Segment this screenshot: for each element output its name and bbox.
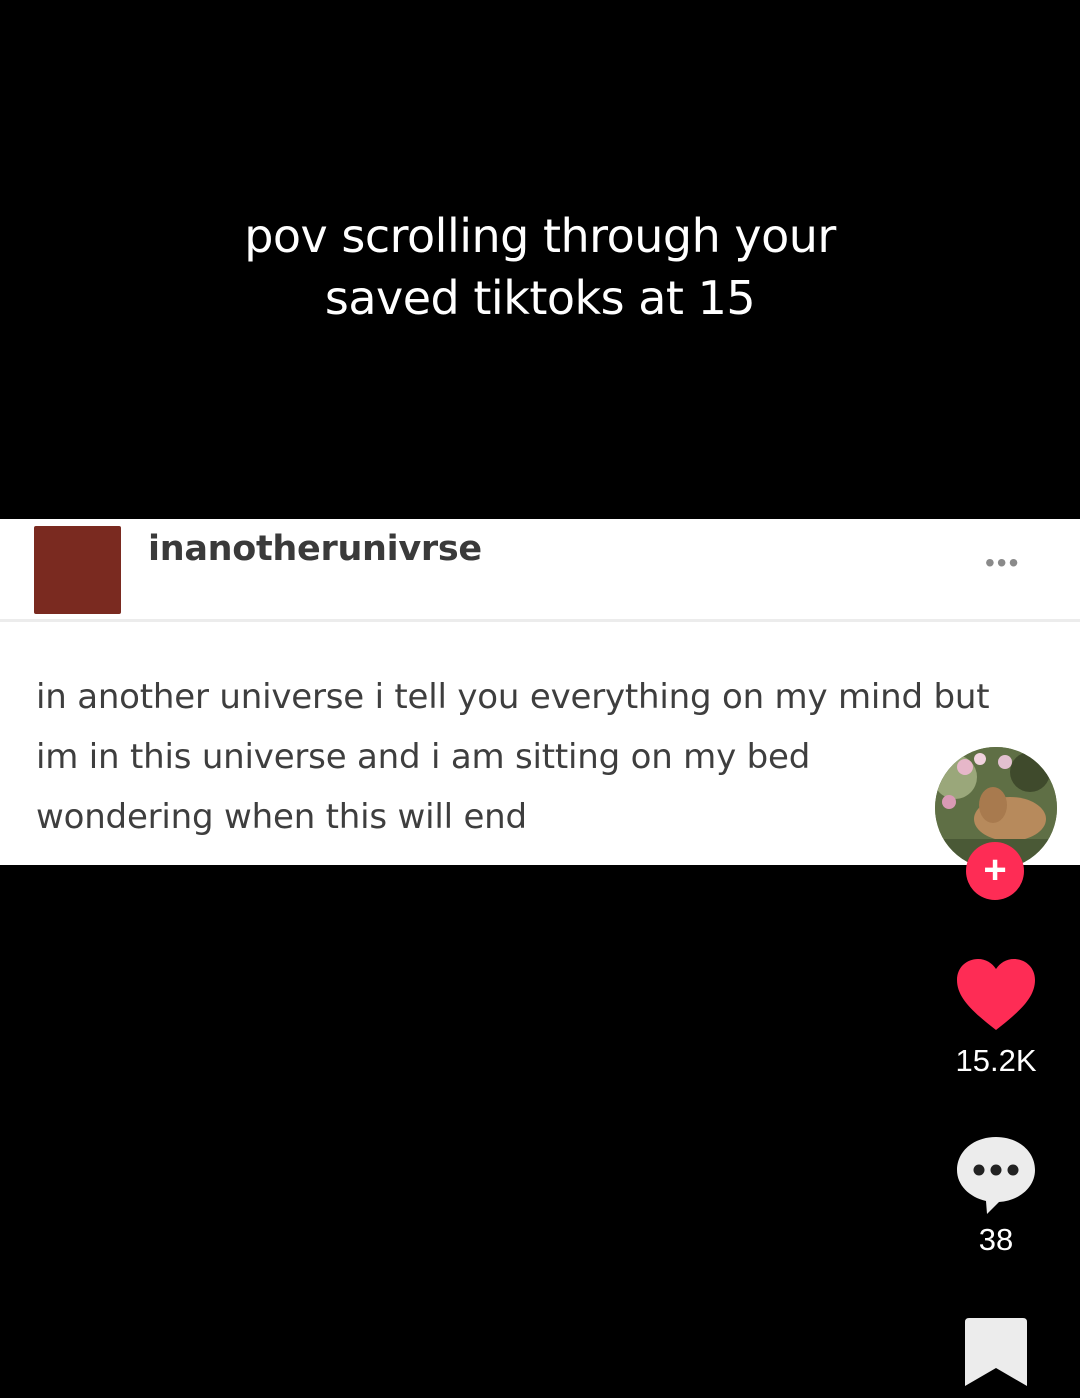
post-text-line: in another universe i tell you everythin… xyxy=(36,677,990,717)
video-caption: pov scrolling through your saved tiktoks… xyxy=(0,205,1080,329)
follow-button[interactable]: + xyxy=(966,842,1024,900)
post-text-line: wondering when this will end xyxy=(36,797,527,837)
heart-icon[interactable] xyxy=(955,958,1037,1032)
post-username: inanotherunivrse xyxy=(148,529,482,569)
post-text: in another universe i tell you everythin… xyxy=(36,667,1066,847)
caption-line-2: saved tiktoks at 15 xyxy=(324,271,756,325)
comment-icon[interactable] xyxy=(955,1135,1037,1215)
caption-line-1: pov scrolling through your xyxy=(244,209,836,263)
post-text-line: im in this universe and i am sitting on … xyxy=(36,737,811,777)
tumblr-post-screenshot: inanotherunivrse ••• in another universe… xyxy=(0,519,1080,865)
comment-count: 38 xyxy=(978,1222,1014,1257)
post-header: inanotherunivrse ••• xyxy=(0,519,1080,622)
bookmark-icon[interactable] xyxy=(965,1318,1027,1388)
like-count: 15.2K xyxy=(955,1043,1037,1078)
post-avatar xyxy=(34,526,121,614)
more-options-icon: ••• xyxy=(985,547,1021,578)
